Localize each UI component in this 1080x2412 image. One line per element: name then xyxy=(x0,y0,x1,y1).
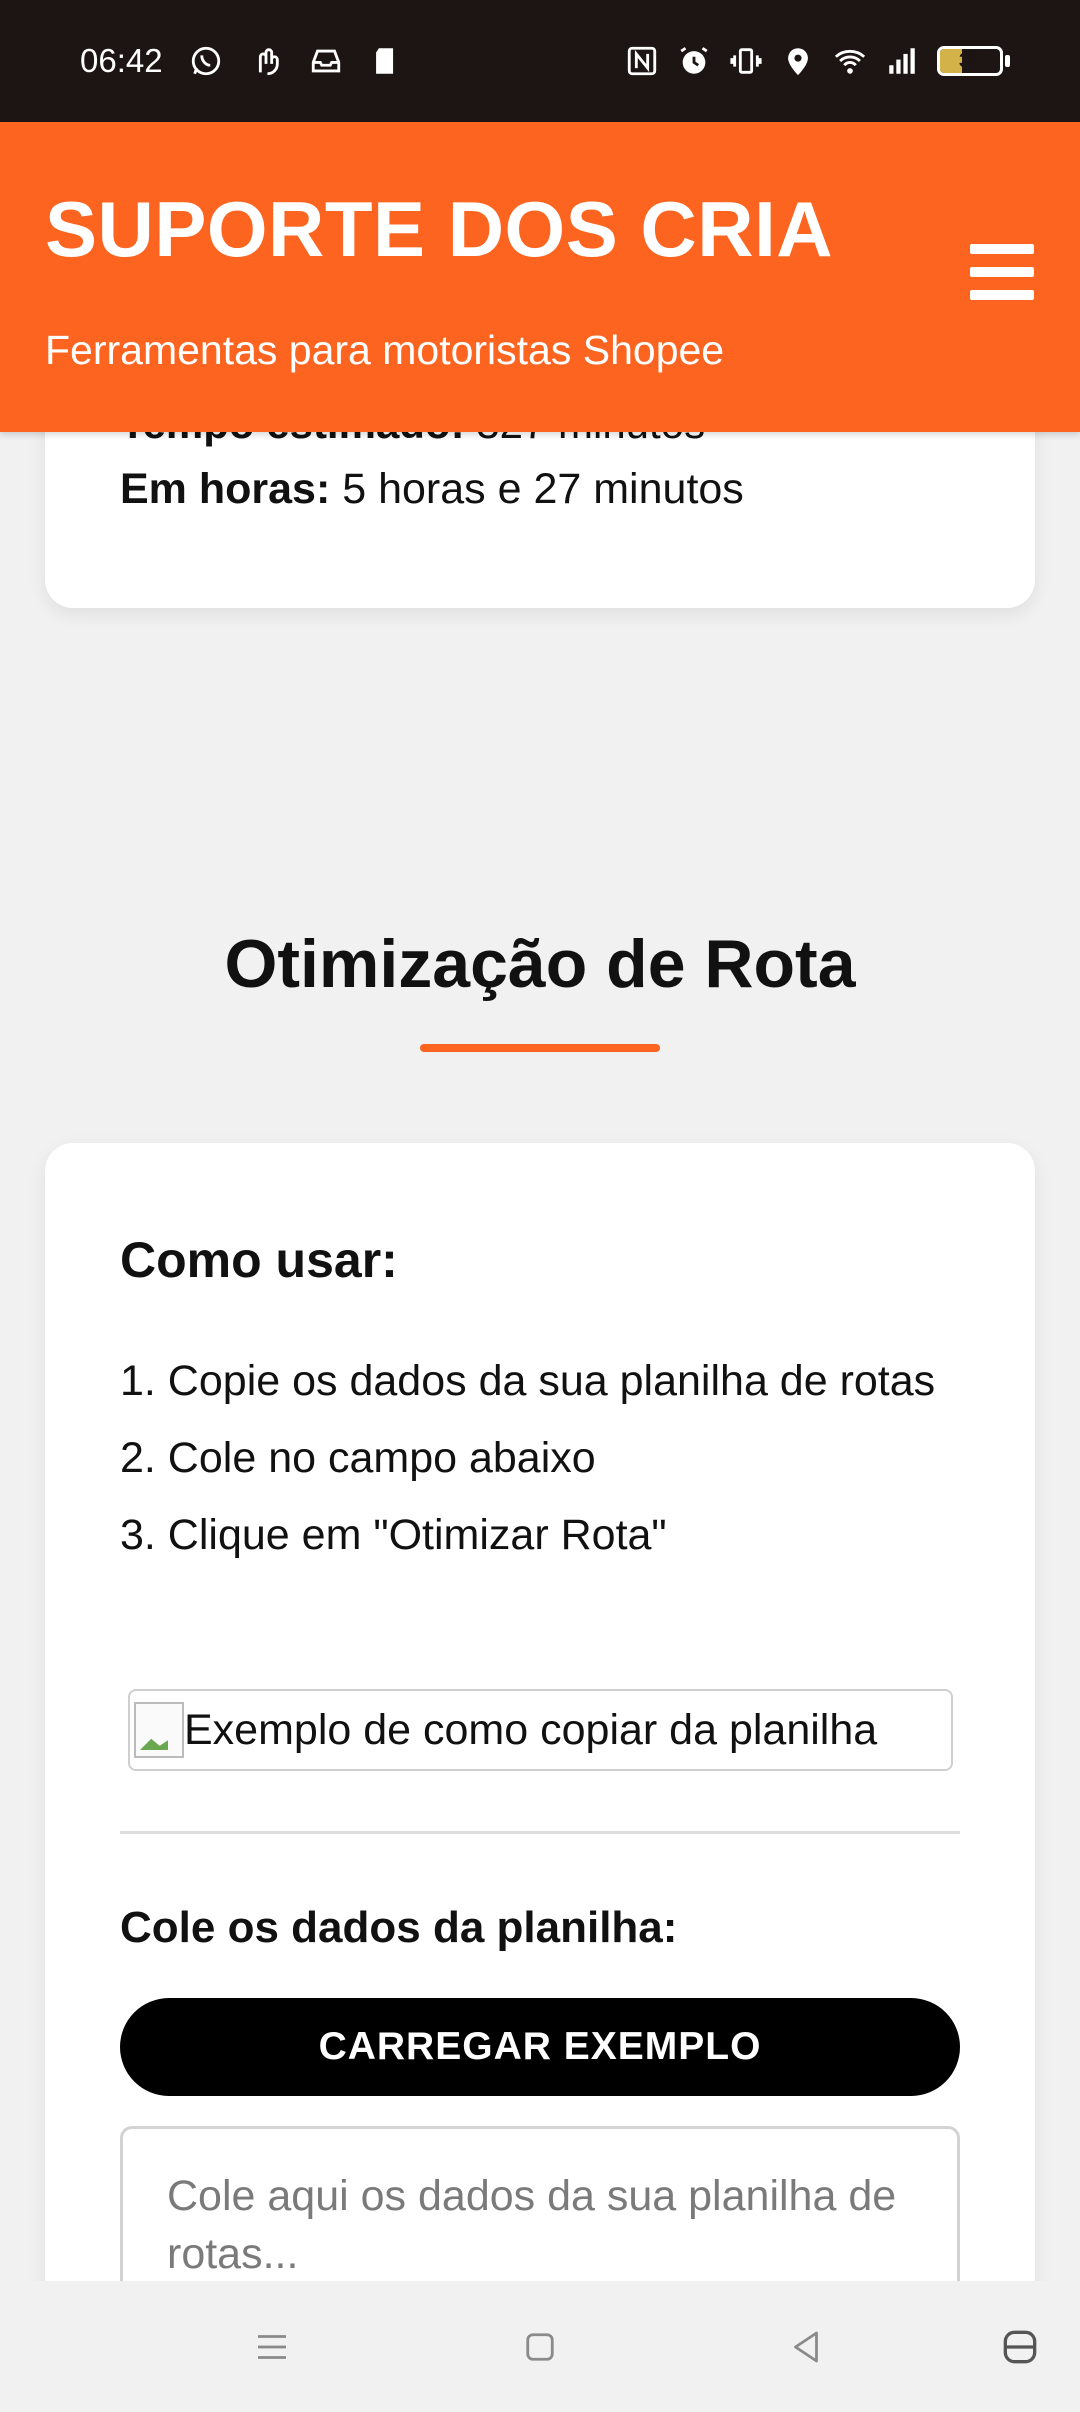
how-to-steps: 1. Copie os dados da sua planilha de rot… xyxy=(120,1343,980,1574)
whatsapp-icon xyxy=(191,46,220,76)
hamburger-bar xyxy=(970,244,1034,254)
alarm-icon xyxy=(680,47,708,74)
gesture-icon xyxy=(258,48,279,76)
menu-icon[interactable] xyxy=(246,2321,298,2373)
status-time: 06:42 xyxy=(80,42,163,79)
back-icon[interactable] xyxy=(780,2321,832,2373)
broken-image-icon xyxy=(134,1702,184,1758)
load-example-button[interactable]: CARREGAR EXEMPLO xyxy=(120,1998,960,2096)
site-title[interactable]: SUPORTE DOS CRIA xyxy=(45,184,833,275)
hours-line: Em horas: 5 horas e 27 minutos xyxy=(120,465,744,514)
hamburger-icon[interactable] xyxy=(970,244,1034,300)
hours-label: Em horas: xyxy=(120,465,331,513)
assistant-icon[interactable] xyxy=(994,2321,1046,2373)
divider xyxy=(120,1831,960,1834)
hours-value: 5 horas e 27 minutos xyxy=(342,465,744,513)
nfc-icon xyxy=(627,46,657,76)
vibrate-icon xyxy=(730,48,762,74)
paste-label: Cole os dados da planilha: xyxy=(120,1903,678,1952)
battery-label: 36 xyxy=(958,49,982,72)
wifi-icon xyxy=(834,49,866,74)
route-optimization-card: Como usar: 1. Copie os dados da sua plan… xyxy=(45,1143,1035,2412)
battery-indicator: 36 xyxy=(937,46,1003,76)
how-to-step: 3. Clique em "Otimizar Rota" xyxy=(120,1511,667,1559)
hamburger-bar xyxy=(970,290,1034,300)
sdcard-icon xyxy=(375,48,393,74)
example-image: Exemplo de como copiar da planilha xyxy=(128,1689,953,1771)
signal-icon xyxy=(889,48,915,74)
hamburger-bar xyxy=(970,267,1034,277)
site-subtitle: Ferramentas para motoristas Shopee xyxy=(45,327,725,373)
status-bar: 06:42 36 xyxy=(0,0,1080,122)
how-to-step: 2. Cole no campo abaixo xyxy=(120,1434,596,1482)
page: 06:42 36 Tempo estimado: 3 xyxy=(0,0,1080,2412)
example-image-alt: Exemplo de como copiar da planilha xyxy=(184,1705,878,1754)
battery-cap xyxy=(1005,55,1010,67)
app-header: SUPORTE DOS CRIA Ferramentas para motori… xyxy=(0,122,1080,432)
system-nav-bar xyxy=(0,2281,1080,2412)
section-underline xyxy=(420,1044,660,1052)
how-to-step: 1. Copie os dados da sua planilha de rot… xyxy=(120,1357,936,1405)
location-icon xyxy=(788,48,808,76)
home-icon[interactable] xyxy=(514,2321,566,2373)
how-to-title: Como usar: xyxy=(120,1232,398,1288)
inbox-icon xyxy=(311,49,340,73)
battery-icon: 36 xyxy=(937,46,1010,76)
section-title: Otimização de Rota xyxy=(224,926,856,1002)
